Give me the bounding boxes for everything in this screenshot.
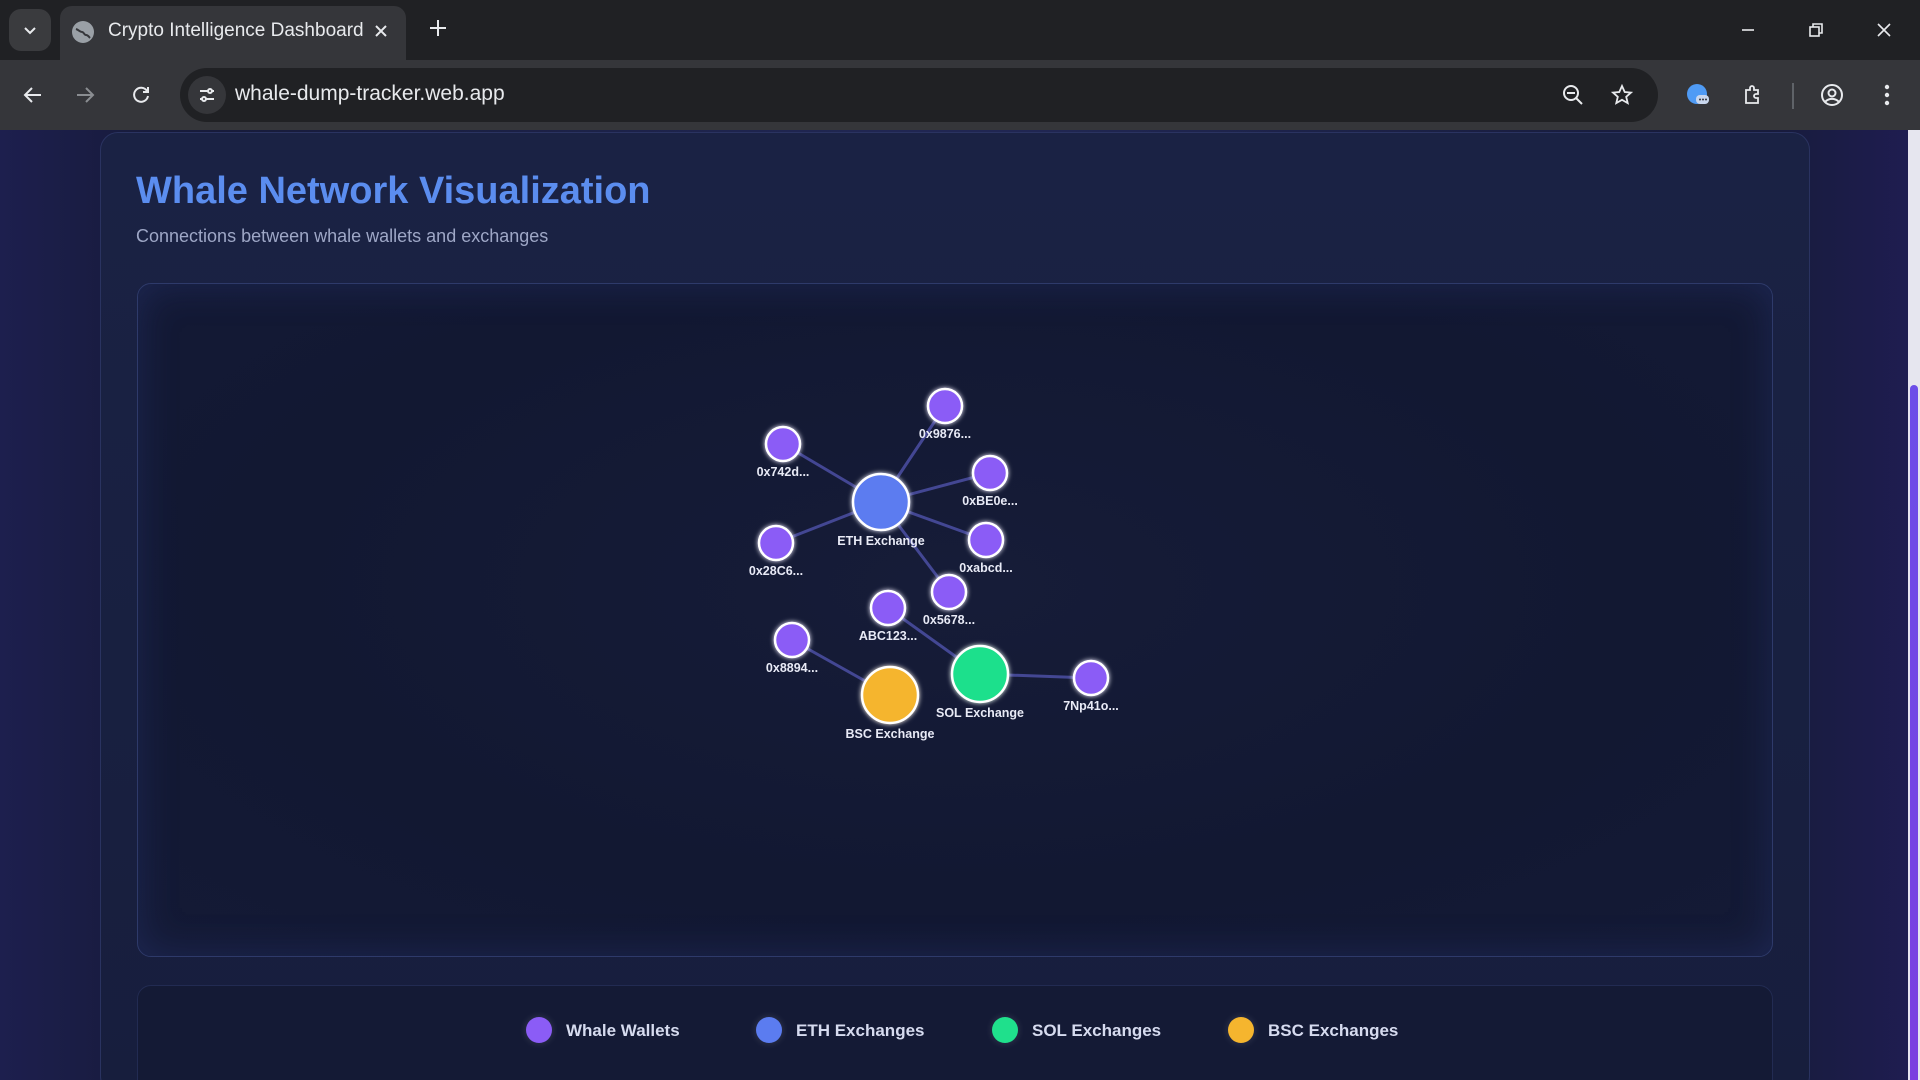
back-button[interactable] (14, 76, 52, 114)
legend-label: SOL Exchanges (1032, 1021, 1162, 1040)
restore-button[interactable] (1792, 10, 1840, 50)
legend-label: Whale Wallets (566, 1021, 680, 1040)
node-circle[interactable] (860, 665, 920, 725)
node-circle[interactable] (926, 387, 964, 425)
legend-swatch (992, 1017, 1018, 1043)
node-label: 0xabcd... (959, 561, 1013, 575)
node-label: ABC123... (859, 629, 917, 643)
whale-wallet-node[interactable]: ABC123... (859, 589, 917, 643)
node-label: 0x742d... (757, 465, 810, 479)
globe-icon (72, 21, 94, 43)
tab-title: Crypto Intelligence Dashboard (108, 20, 364, 41)
legend-panel (137, 985, 1773, 1080)
profile-button[interactable] (1813, 76, 1851, 114)
forward-button[interactable] (66, 76, 104, 114)
restore-icon (1809, 23, 1823, 37)
address-bar[interactable]: whale-dump-tracker.web.app (180, 68, 1658, 122)
chat-bubble-icon (1687, 84, 1709, 104)
whale-wallet-node[interactable]: 7Np41o... (1063, 659, 1119, 713)
bookmark-button[interactable] (1603, 76, 1641, 114)
sol-exchange-node[interactable]: SOL Exchange (936, 644, 1024, 720)
close-icon (1877, 23, 1891, 37)
puzzle-icon (1745, 85, 1759, 104)
reload-button[interactable] (122, 76, 160, 114)
close-tab-icon[interactable] (368, 18, 394, 44)
new-tab-button[interactable] (422, 12, 454, 44)
browser-tab-bar: Crypto Intelligence Dashboard (0, 0, 1920, 60)
node-label: 0x8894... (766, 661, 818, 675)
node-label: BSC Exchange (846, 727, 935, 741)
reload-icon (133, 86, 149, 103)
chevron-down-icon (24, 27, 36, 35)
legend-label: ETH Exchanges (796, 1021, 925, 1040)
node-label: 0x28C6... (749, 564, 803, 578)
node-circle[interactable] (869, 589, 907, 627)
node-circle[interactable] (764, 425, 802, 463)
site-info-button[interactable] (188, 76, 226, 114)
minimize-button[interactable] (1724, 10, 1772, 50)
tab-list-button[interactable] (9, 9, 51, 51)
legend-swatch (1228, 1017, 1254, 1043)
scrollbar-thumb[interactable] (1910, 385, 1918, 1080)
plus-icon (430, 20, 446, 36)
node-circle[interactable] (1072, 659, 1110, 697)
node-label: 0x9876... (919, 427, 971, 441)
close-window-button[interactable] (1860, 10, 1908, 50)
arrow-right-icon (77, 87, 95, 103)
graph-nodes: ETH Exchange SOL ExchangeBSC Exchange 0x98… (749, 387, 1119, 741)
node-circle[interactable] (967, 521, 1005, 559)
node-label: SOL Exchange (936, 706, 1024, 720)
legend-swatch (526, 1017, 552, 1043)
whale-wallet-node[interactable]: 0x5678... (923, 573, 975, 627)
whale-wallet-node[interactable]: 0x9876... (919, 387, 971, 441)
account-circle-icon (1821, 84, 1843, 106)
extensions-button[interactable] (1734, 76, 1772, 114)
node-label: 0x5678... (923, 613, 975, 627)
toolbar-separator (1792, 83, 1794, 109)
extension-chat-button[interactable] (1679, 76, 1717, 114)
whale-wallet-node[interactable]: 0xabcd... (959, 521, 1013, 575)
node-circle[interactable] (757, 524, 795, 562)
url-text[interactable]: whale-dump-tracker.web.app (235, 82, 505, 106)
browser-toolbar: whale-dump-tracker.web.app (0, 60, 1920, 130)
node-circle[interactable] (851, 472, 911, 532)
node-label: ETH Exchange (837, 534, 925, 548)
legend-swatch (756, 1017, 782, 1043)
zoom-button[interactable] (1554, 76, 1592, 114)
menu-button[interactable] (1868, 76, 1906, 114)
node-label: 0xBE0e... (962, 494, 1018, 508)
node-circle[interactable] (930, 573, 968, 611)
browser-tab[interactable]: Crypto Intelligence Dashboard (60, 6, 406, 60)
page-title: Whale Network Visualization (136, 170, 651, 212)
node-circle[interactable] (971, 454, 1009, 492)
node-circle[interactable] (773, 621, 811, 659)
whale-wallet-node[interactable]: 0xBE0e... (962, 454, 1018, 508)
page-viewport: Whale Network Visualization Connections … (0, 130, 1920, 1080)
legend-label: BSC Exchanges (1268, 1021, 1399, 1040)
node-label: 7Np41o... (1063, 699, 1119, 713)
star-icon (1611, 84, 1633, 105)
network-graph-panel[interactable]: ETH Exchange SOL Exchange BSC Exchange 0x98… (137, 283, 1773, 957)
tune-icon (200, 88, 214, 102)
node-circle[interactable] (950, 644, 1010, 704)
arrow-left-icon (23, 87, 41, 103)
minimize-icon (1742, 29, 1754, 31)
network-graph[interactable]: ETH Exchange SOL ExchangeBSC Exchange 0x98… (138, 284, 1772, 956)
graph-edges (775, 405, 1092, 697)
whale-wallet-node[interactable]: 0x28C6... (749, 524, 803, 578)
page-subtitle: Connections between whale wallets and ex… (136, 226, 549, 246)
zoom-out-icon (1563, 85, 1583, 105)
more-vertical-icon (1884, 84, 1890, 106)
whale-wallet-node[interactable]: 0x742d... (757, 425, 810, 479)
